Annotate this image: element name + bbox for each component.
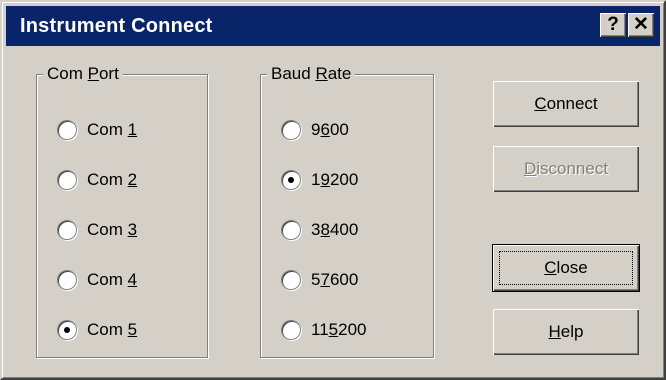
radio-button-icon[interactable] bbox=[57, 220, 77, 240]
radio-button-icon[interactable] bbox=[281, 320, 301, 340]
title-close-button[interactable]: ✕ bbox=[628, 13, 654, 37]
instrument-connect-dialog: Instrument Connect ? ✕ Com Port Com 1 Co… bbox=[0, 0, 666, 380]
help-button[interactable]: Help bbox=[493, 309, 639, 355]
radio-label[interactable]: 38400 bbox=[311, 217, 358, 243]
button-label: Disconnect bbox=[523, 159, 609, 178]
radio-label[interactable]: Com 3 bbox=[87, 217, 137, 243]
disconnect-button[interactable]: Disconnect bbox=[493, 146, 639, 192]
radio-label[interactable]: Com 2 bbox=[87, 167, 137, 193]
button-label: Help bbox=[548, 322, 584, 341]
com-port-group: Com Port Com 1 Com 2 Com 3 Com 4 Com 5 bbox=[36, 63, 208, 358]
connect-button[interactable]: Connect bbox=[493, 81, 639, 127]
radio-button-icon[interactable] bbox=[281, 220, 301, 240]
window-title: Instrument Connect bbox=[20, 15, 213, 37]
button-label: Connect bbox=[534, 94, 598, 113]
radio-label[interactable]: 57600 bbox=[311, 267, 358, 293]
radio-button-icon[interactable] bbox=[281, 120, 301, 140]
radio-button-icon[interactable] bbox=[57, 320, 77, 340]
question-mark-icon: ? bbox=[607, 14, 619, 35]
close-icon: ✕ bbox=[633, 14, 649, 35]
com-port-legend: Com Port bbox=[43, 63, 123, 85]
title-bar[interactable]: Instrument Connect ? ✕ bbox=[6, 6, 660, 46]
radio-button-icon[interactable] bbox=[57, 270, 77, 290]
radio-button-icon[interactable] bbox=[57, 170, 77, 190]
title-help-button[interactable]: ? bbox=[600, 13, 626, 37]
baud-rate-legend: Baud Rate bbox=[267, 63, 356, 85]
radio-button-icon[interactable] bbox=[281, 170, 301, 190]
close-button[interactable]: Close bbox=[493, 245, 639, 291]
radio-selected-dot-icon bbox=[64, 327, 70, 333]
radio-label[interactable]: Com 4 bbox=[87, 267, 137, 293]
focus-rectangle bbox=[499, 251, 633, 285]
radio-selected-dot-icon bbox=[288, 177, 294, 183]
radio-label[interactable]: Com 1 bbox=[87, 117, 137, 143]
radio-label[interactable]: Com 5 bbox=[87, 317, 137, 343]
radio-label[interactable]: 19200 bbox=[311, 167, 358, 193]
radio-label[interactable]: 9600 bbox=[311, 117, 349, 143]
radio-label[interactable]: 115200 bbox=[311, 317, 367, 343]
radio-button-icon[interactable] bbox=[57, 120, 77, 140]
radio-button-icon[interactable] bbox=[281, 270, 301, 290]
baud-rate-group: Baud Rate 9600 19200 38400 57600 115200 bbox=[260, 63, 434, 358]
